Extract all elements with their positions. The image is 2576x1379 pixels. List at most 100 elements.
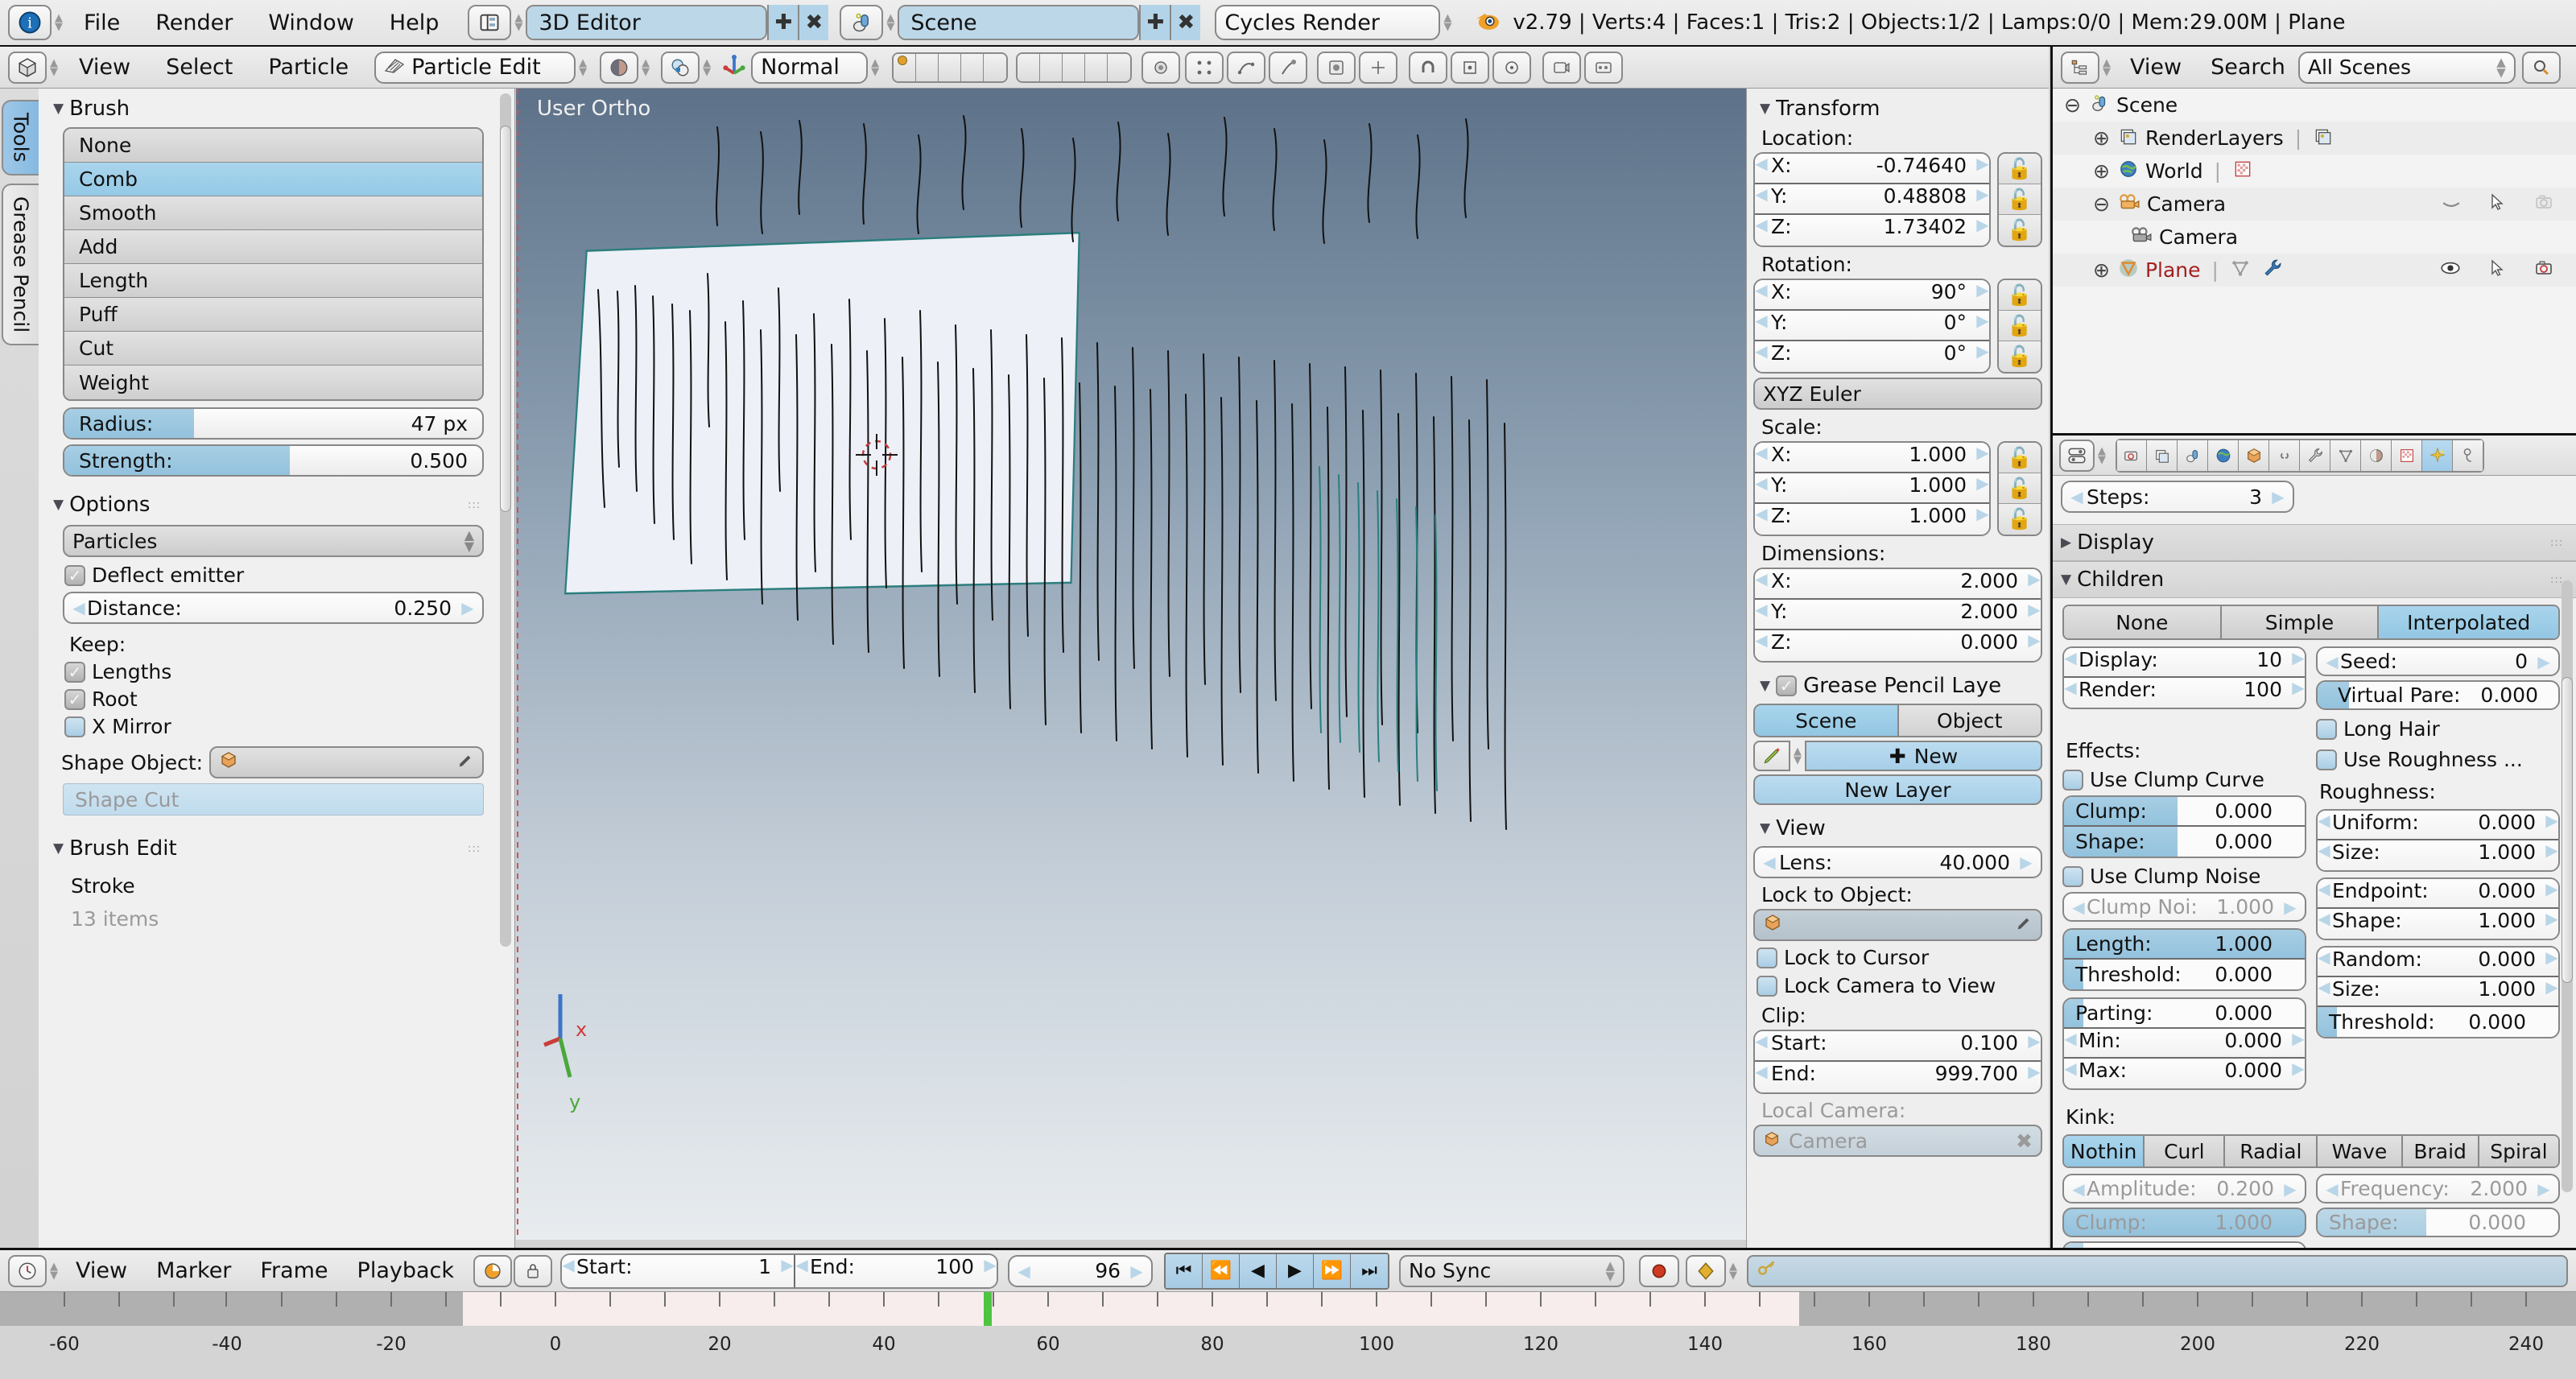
roughness-threshold-slider[interactable]: Threshold: 0.000: [2318, 1007, 2558, 1037]
outliner-editor-type-spinner[interactable]: ▲ ▼: [2099, 50, 2114, 85]
decrement-arrow-icon[interactable]: ◀: [2072, 1179, 2085, 1199]
keep-root-checkbox[interactable]: ✓: [64, 688, 85, 710]
x-mirror-row[interactable]: X Mirror: [64, 715, 493, 738]
decrement-arrow-icon[interactable]: ◀: [1755, 1062, 1768, 1092]
view-lens-field[interactable]: ◀ Lens: 40.000 ▶: [1753, 846, 2042, 878]
renderlayers-data-icon[interactable]: [2313, 126, 2334, 151]
kink-mode-spiral[interactable]: Spiral: [2479, 1136, 2558, 1166]
brush-edit-panel-header[interactable]: ▼ Brush Edit :::: [47, 833, 493, 864]
screen-layout-combo[interactable]: 3D Editor: [526, 5, 768, 40]
grease-pencil-enable-checkbox[interactable]: ✓: [1776, 675, 1798, 696]
timeline-track[interactable]: -60 -40 -20 0 20 40 60 80 100 120 140 16…: [0, 1292, 2576, 1379]
increment-arrow-icon[interactable]: ▶: [2272, 487, 2285, 506]
sync-mode-select[interactable]: No Sync ▲ ▼: [1399, 1254, 1625, 1287]
virtual-parents-slider[interactable]: Virtual Pare: 0.000: [2316, 680, 2560, 710]
deflect-emitter-checkbox[interactable]: ✓: [64, 564, 85, 586]
increment-arrow-icon[interactable]: ▶: [2284, 1179, 2297, 1199]
brush-item-length[interactable]: Length: [64, 264, 482, 298]
delete-screen-layout-icon[interactable]: ✖: [798, 5, 829, 40]
particle-edit-mirror-icon[interactable]: [1359, 51, 1398, 84]
tool-panel-scrollbar[interactable]: [500, 93, 511, 947]
properties-tab-world[interactable]: [2208, 439, 2239, 472]
properties-tab-particles[interactable]: [2422, 439, 2453, 472]
viewport-menu-particle[interactable]: Particle: [250, 55, 366, 80]
keep-root-row[interactable]: ✓ Root: [64, 687, 493, 711]
increment-arrow-icon[interactable]: ▶: [2292, 648, 2305, 676]
increment-arrow-icon[interactable]: ▶: [1976, 443, 1989, 472]
lock-scale-x-icon[interactable]: 🔓: [1999, 443, 2041, 473]
menu-window[interactable]: Window: [250, 10, 371, 35]
decrement-arrow-icon[interactable]: ◀: [1755, 280, 1768, 309]
viewport-shading-icon[interactable]: [600, 51, 639, 84]
pivot-spinner[interactable]: ▲ ▼: [700, 50, 714, 85]
timeline-menu-marker[interactable]: Marker: [142, 1258, 246, 1283]
decrement-arrow-icon[interactable]: ◀: [2326, 652, 2339, 671]
increment-arrow-icon[interactable]: ▶: [2292, 678, 2305, 708]
snap-magnet-icon[interactable]: [1409, 51, 1448, 84]
properties-tab-physics[interactable]: [2453, 439, 2483, 472]
clip-end-field[interactable]: ◀ End: 999.700 ▶: [1755, 1062, 2041, 1092]
properties-tab-data[interactable]: [2330, 439, 2361, 472]
tool-tab-tools[interactable]: Tools: [2, 100, 39, 175]
lock-to-object-eyedropper-icon[interactable]: [2015, 914, 2033, 937]
children-mode-none[interactable]: None: [2064, 606, 2222, 638]
increment-arrow-icon[interactable]: ▶: [2028, 1062, 2041, 1092]
particle-select-tip-icon[interactable]: [1269, 51, 1308, 84]
decrement-arrow-icon[interactable]: ◀: [2064, 1059, 2077, 1088]
kink-mode-nothing[interactable]: Nothin: [2064, 1136, 2145, 1166]
lock-camera-to-view-row[interactable]: Lock Camera to View: [1757, 974, 2042, 997]
restrict-render-icon[interactable]: [2534, 258, 2555, 283]
decrement-arrow-icon[interactable]: ◀: [2064, 678, 2077, 708]
increment-arrow-icon[interactable]: ▶: [781, 1255, 794, 1287]
grease-pencil-panel-header[interactable]: ▼ ✓ Grease Pencil Laye: [1753, 671, 2042, 701]
location-y-field[interactable]: ◀ Y: 0.48808 ▶: [1755, 184, 1989, 215]
dimensions-x-field[interactable]: ◀ X: 2.000 ▶: [1755, 569, 2041, 600]
decrement-arrow-icon[interactable]: ◀: [2318, 879, 2330, 907]
increment-arrow-icon[interactable]: ▶: [2537, 1179, 2550, 1199]
editor-type-info-icon[interactable]: i: [8, 5, 52, 40]
increment-arrow-icon[interactable]: ▶: [2284, 898, 2297, 917]
decrement-arrow-icon[interactable]: ◀: [1755, 504, 1768, 535]
steps-field[interactable]: ◀ Steps: 3 ▶: [2061, 481, 2294, 513]
outliner-row-scene[interactable]: ⊖ Scene: [2053, 89, 2576, 122]
layer-buttons-bottom-row[interactable]: [1016, 52, 1133, 83]
properties-tab-render[interactable]: [2116, 439, 2147, 472]
keying-set-field[interactable]: [1747, 1254, 2568, 1287]
children-mode-simple[interactable]: Simple: [2221, 606, 2380, 638]
scene-combo[interactable]: Scene: [898, 5, 1140, 40]
shape-object-eyedropper-icon[interactable]: [456, 751, 474, 774]
rotation-y-field[interactable]: ◀ Y: 0° ▶: [1755, 311, 1989, 341]
decrement-arrow-icon[interactable]: ◀: [1755, 215, 1768, 246]
keep-lengths-row[interactable]: ✓ Lengths: [64, 660, 493, 683]
decrement-arrow-icon[interactable]: ◀: [1763, 853, 1776, 872]
decrement-arrow-icon[interactable]: ◀: [1755, 443, 1768, 472]
kink-mode-radial[interactable]: Radial: [2225, 1136, 2318, 1166]
view-panel-header[interactable]: ▼ View: [1753, 813, 2042, 844]
delete-scene-icon[interactable]: ✖: [1170, 5, 1201, 40]
play-button[interactable]: ▶: [1277, 1253, 1315, 1288]
increment-arrow-icon[interactable]: ▶: [2292, 1059, 2305, 1088]
modifier-wrench-icon[interactable]: [2262, 258, 2283, 283]
decrement-arrow-icon[interactable]: ◀: [1755, 341, 1768, 372]
decrement-arrow-icon[interactable]: ◀: [1755, 154, 1768, 183]
outliner-menu-view[interactable]: View: [2114, 55, 2198, 80]
snap-element-icon[interactable]: [1451, 51, 1490, 84]
jump-to-end-button[interactable]: ⏭: [1351, 1253, 1389, 1288]
frame-end-field[interactable]: ◀ End: 100 ▶: [795, 1254, 997, 1287]
decrement-arrow-icon[interactable]: ◀: [2318, 948, 2330, 976]
viewport-menu-view[interactable]: View: [61, 55, 148, 80]
3d-viewport[interactable]: User Ortho x y: [516, 89, 1746, 1240]
decrement-arrow-icon[interactable]: ◀: [2318, 909, 2330, 939]
viewport-menu-select[interactable]: Select: [148, 55, 250, 80]
editor-type-spinner[interactable]: ▲ ▼: [52, 5, 66, 40]
increment-arrow-icon[interactable]: ▶: [2545, 909, 2558, 939]
interaction-mode-spinner[interactable]: ▲ ▼: [576, 50, 590, 85]
parting-slider[interactable]: Parting: 0.000: [2064, 999, 2305, 1029]
restrict-view-icon[interactable]: [2441, 192, 2462, 217]
options-mode-select[interactable]: Particles ▲ ▼: [63, 525, 484, 557]
increment-arrow-icon[interactable]: ▶: [2545, 840, 2558, 870]
increment-arrow-icon[interactable]: ▶: [2545, 811, 2558, 839]
brush-item-none[interactable]: None: [64, 129, 482, 163]
auto-keyframe-button[interactable]: [1639, 1254, 1680, 1287]
increment-arrow-icon[interactable]: ▶: [2028, 600, 2041, 629]
